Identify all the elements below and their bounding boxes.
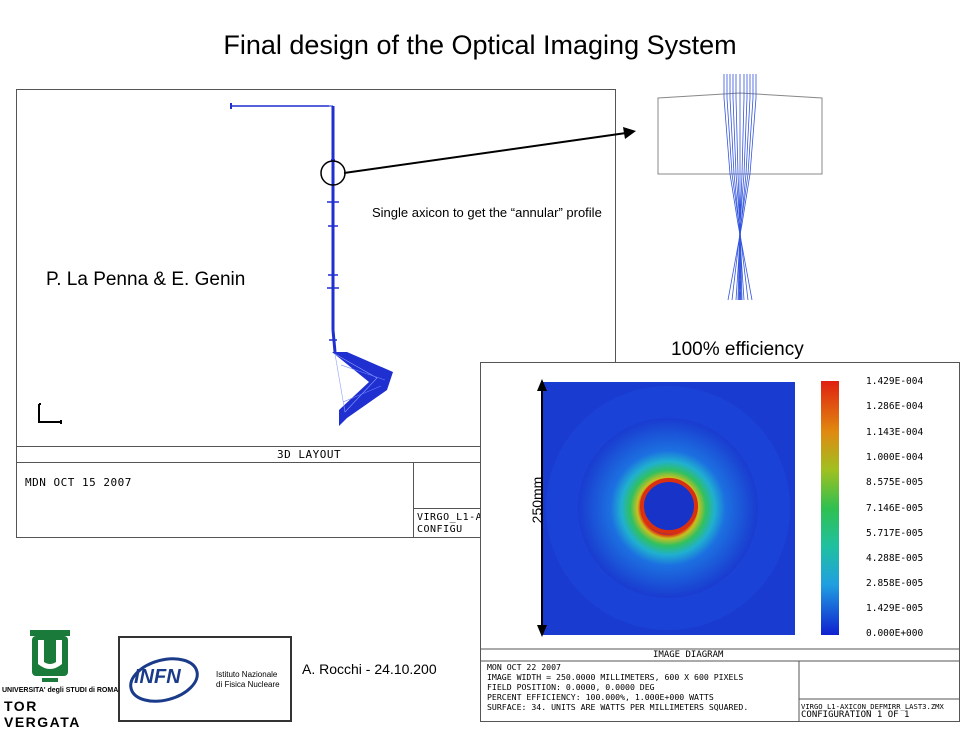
legend-value: 0.000E+000	[866, 628, 924, 639]
infn-logo: INFN Istituto Nazionale di Fisica Nuclea…	[118, 636, 292, 722]
legend-value: 7.146E-005	[866, 503, 924, 514]
dimension-label: 250mm	[529, 476, 545, 524]
axicon-caption: Single axicon to get the “annular” profi…	[372, 205, 602, 220]
tor-vergata-emblem	[30, 630, 70, 682]
layout-header-label: 3D LAYOUT	[277, 448, 342, 461]
legend-value: 2.858E-005	[866, 578, 924, 589]
layout-file-name: VIRGO_L1-AX	[417, 512, 489, 523]
legend-value: 1.286E-004	[866, 401, 924, 412]
author-credit: P. La Penna & E. Genin	[46, 269, 246, 290]
legend-value: 8.575E-005	[866, 477, 924, 488]
legend-value: 4.288E-005	[866, 553, 924, 564]
legend-value: 1.143E-004	[866, 427, 924, 438]
infn-institute-line2: di Fisica Nucleare	[216, 680, 280, 689]
image-configuration: CONFIGURATION 1 OF 1	[801, 710, 910, 720]
layout-date: MDN OCT 15 2007	[25, 476, 132, 489]
axicon-detail-drawing	[657, 74, 823, 301]
legend-value: 5.717E-005	[866, 528, 924, 539]
university-name: UNIVERSITA' degli STUDI di ROMA	[2, 687, 119, 694]
layout-configuration: CONFIGU	[417, 524, 463, 535]
university-subtitle: TOR VERGATA	[4, 698, 81, 730]
efficiency-label: 100% efficiency	[671, 339, 804, 360]
footer-text: A. Rocchi - 24.10.200	[302, 661, 437, 677]
image-diagram-panel: IMAGE DIAGRAM MON OCT 22 2007 IMAGE WIDT…	[480, 362, 960, 722]
callout-arrow	[343, 127, 636, 174]
infn-text: INFN	[134, 666, 181, 688]
infn-institute-line1: Istituto Nazionale	[216, 670, 278, 679]
image-info-line-5: SURFACE: 34. UNITS ARE WATTS PER MILLIME…	[487, 702, 749, 712]
tor-vergata-logo: UNIVERSITA' degli STUDI di ROMA TOR VERG…	[2, 628, 119, 730]
legend-value: 1.429E-004	[866, 376, 924, 387]
image-diagram-header: IMAGE DIAGRAM	[653, 650, 724, 660]
slide-title: Final design of the Optical Imaging Syst…	[223, 30, 737, 60]
legend-value: 1.000E-004	[866, 452, 924, 463]
legend-value: 1.429E-005	[866, 603, 924, 614]
